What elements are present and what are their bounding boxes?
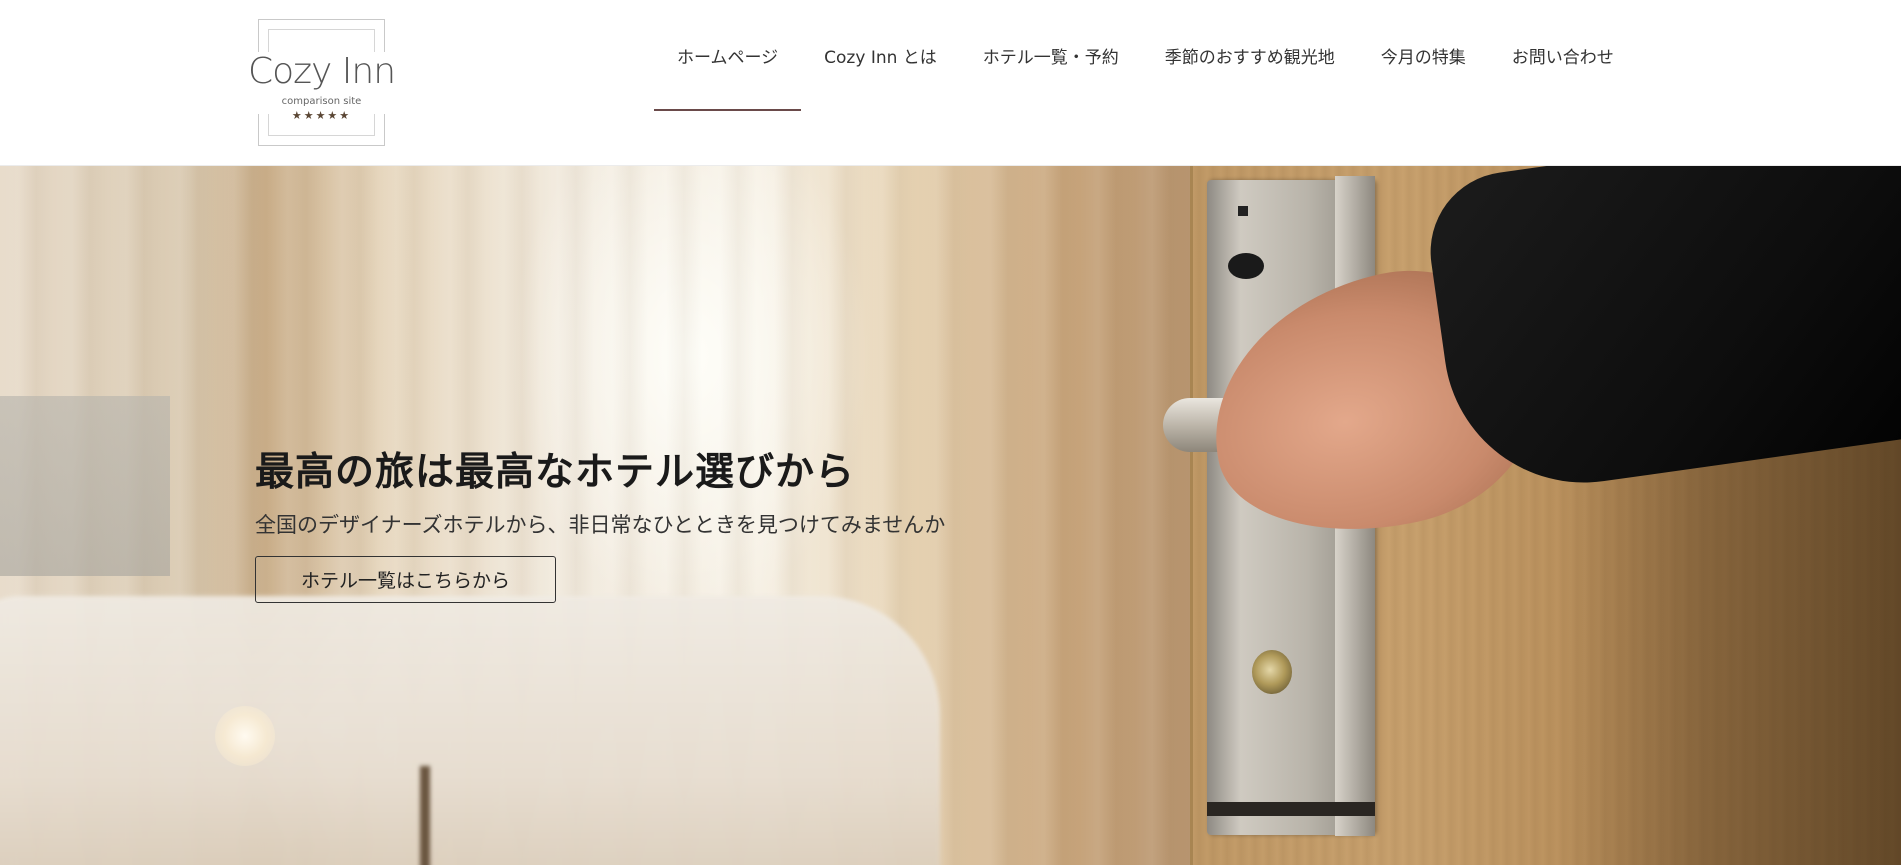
hero-subtitle: 全国のデザイナーズホテルから、非日常なひとときを見つけてみませんか: [255, 513, 946, 537]
nav-item-about[interactable]: Cozy Inn とは: [801, 0, 960, 111]
nav-item-feature[interactable]: 今月の特集: [1358, 0, 1489, 111]
main-nav: ホームページ Cozy Inn とは ホテル一覧・予約 季節のおすすめ観光地 今…: [654, 0, 1637, 165]
hotel-list-button[interactable]: ホテル一覧はこちらから: [255, 556, 556, 603]
nav-item-hotels[interactable]: ホテル一覧・予約: [960, 0, 1142, 111]
site-header: Cozy Inn comparison site ★★★★★ ホームページ Co…: [0, 0, 1901, 166]
nav-item-seasonal-spots[interactable]: 季節のおすすめ観光地: [1142, 0, 1358, 111]
door-lock-key-cylinder: [1252, 650, 1292, 694]
logo-tagline: comparison site: [281, 96, 362, 107]
hero-section: 最高の旅は最高なホテル選びから 全国のデザイナーズホテルから、非日常なひとときを…: [0, 166, 1901, 865]
nav-item-home[interactable]: ホームページ: [654, 0, 802, 111]
door-lock-bottom: [1207, 802, 1375, 816]
door-lock-card-reader: [1228, 253, 1264, 279]
door-lock-indicator: [1238, 206, 1248, 216]
hero-title: 最高の旅は最高なホテル選びから: [255, 450, 856, 495]
logo-name: Cozy Inn: [247, 51, 396, 92]
logo-stars: ★★★★★: [291, 109, 352, 122]
hero-background-bed: [0, 596, 940, 865]
hero-background-wall: [0, 396, 170, 576]
nav-item-contact[interactable]: お問い合わせ: [1489, 0, 1637, 111]
hero-background-lamp: [215, 706, 275, 766]
hero-background-table: [420, 766, 430, 865]
logo[interactable]: Cozy Inn comparison site ★★★★★: [248, 19, 396, 146]
